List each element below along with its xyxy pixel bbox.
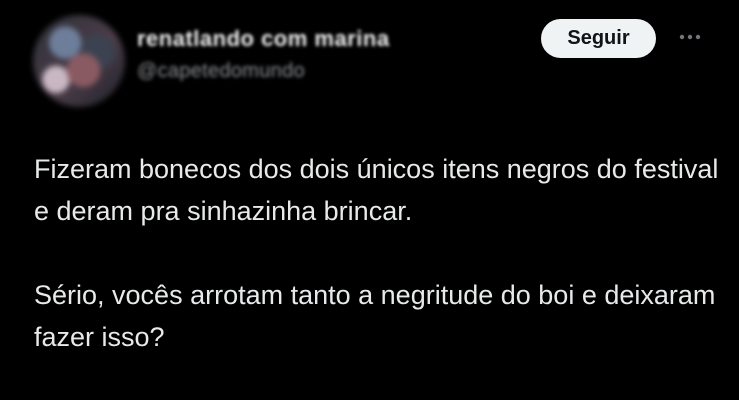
- author-handle[interactable]: @capetedomundo: [137, 60, 305, 83]
- tweet-paragraph-1: Fizeram bonecos dos dois únicos itens ne…: [34, 154, 719, 226]
- tweet-paragraph-2: Sério, vocês arrotam tanto a negritude d…: [34, 280, 716, 352]
- more-options-button[interactable]: [670, 22, 710, 52]
- follow-button[interactable]: Seguir: [541, 19, 656, 58]
- ellipsis-icon: [679, 34, 701, 40]
- author-display-name[interactable]: renatlando com marina: [137, 26, 390, 52]
- avatar[interactable]: [33, 15, 125, 107]
- tweet-text: Fizeram bonecos dos dois únicos itens ne…: [34, 148, 724, 358]
- tweet-card: renatlando com marina @capetedomundo Seg…: [0, 0, 739, 400]
